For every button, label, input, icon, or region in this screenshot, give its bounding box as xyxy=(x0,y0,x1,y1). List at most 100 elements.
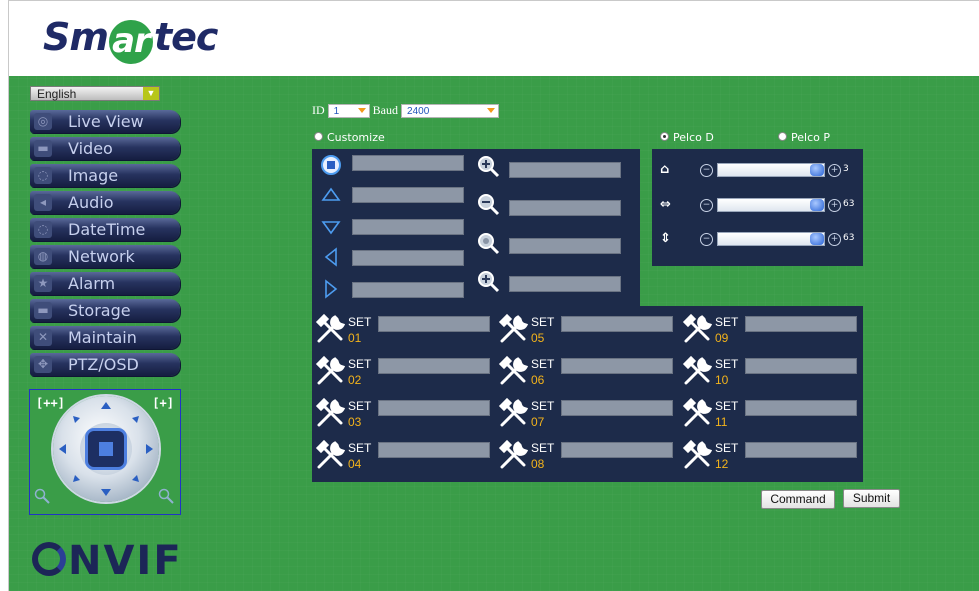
pelco-p-radio[interactable] xyxy=(778,132,787,141)
preset-name-field[interactable] xyxy=(378,442,490,458)
submit-button[interactable]: Submit xyxy=(843,489,900,508)
minus-icon[interactable]: − xyxy=(700,164,713,177)
stop-field[interactable] xyxy=(352,155,464,171)
slider-knob[interactable] xyxy=(810,164,824,176)
tools-icon[interactable] xyxy=(498,397,530,429)
preset-name-field[interactable] xyxy=(561,400,673,416)
tools-icon[interactable] xyxy=(682,355,714,387)
pelco-d-radio[interactable] xyxy=(660,132,669,141)
arrow-right-icon[interactable] xyxy=(323,279,339,299)
sidebar-item-ptz-osd[interactable]: ✥ PTZ/OSD xyxy=(30,353,180,376)
preset-01: SET 01 xyxy=(315,311,495,349)
tools-icon[interactable] xyxy=(682,397,714,429)
sidebar-item-label: PTZ/OSD xyxy=(68,355,139,374)
arrow-left-icon[interactable] xyxy=(323,247,339,267)
sidebar-item-datetime[interactable]: ◌ DateTime xyxy=(30,218,180,241)
zoom-in-icon[interactable] xyxy=(476,154,502,178)
chevron-down-icon: ▼ xyxy=(143,87,159,100)
sidebar-item-label: Audio xyxy=(68,193,114,212)
sidebar-item-maintain[interactable]: ✕ Maintain xyxy=(30,326,180,349)
tools-icon[interactable] xyxy=(498,439,530,471)
preset-number: 03 xyxy=(348,415,362,429)
focus-far-icon[interactable] xyxy=(476,269,502,293)
preset-name-field[interactable] xyxy=(561,358,673,374)
stop-icon[interactable] xyxy=(321,155,341,175)
ptz-direction-ring[interactable] xyxy=(53,396,159,502)
preset-name-field[interactable] xyxy=(745,358,857,374)
sidebar-item-video[interactable]: ▬ Video xyxy=(30,137,180,160)
minus-icon[interactable]: − xyxy=(700,233,713,246)
tools-icon[interactable] xyxy=(315,355,347,387)
plus-icon[interactable]: + xyxy=(828,233,841,246)
pan-speed-slider[interactable] xyxy=(717,198,825,212)
arrow-down-icon[interactable] xyxy=(321,219,341,235)
preset-name-field[interactable] xyxy=(378,400,490,416)
slider-knob[interactable] xyxy=(810,199,824,211)
ptz-stop-button[interactable] xyxy=(88,431,124,467)
pelco-p-option[interactable]: Pelco P xyxy=(778,131,830,144)
preset-name-field[interactable] xyxy=(378,358,490,374)
preset-set-label: SET xyxy=(531,357,555,371)
language-select[interactable]: English ▼ xyxy=(30,86,160,101)
zoom-out-icon[interactable] xyxy=(476,192,502,216)
tilt-speed-slider[interactable] xyxy=(717,232,825,246)
preset-name-field[interactable] xyxy=(561,316,673,332)
down-field[interactable] xyxy=(352,219,464,235)
id-select[interactable]: 1 xyxy=(327,104,370,119)
preset-name-field[interactable] xyxy=(745,316,857,332)
sidebar-item-label: Network xyxy=(68,247,135,266)
preset-set-label: SET xyxy=(348,441,372,455)
pan-speed-slider-row: ⇔ − +63 xyxy=(660,197,860,213)
ptz-inner-ring xyxy=(80,423,132,475)
tools-icon[interactable] xyxy=(498,355,530,387)
preset-12: SET 12 xyxy=(682,437,862,475)
slider-knob[interactable] xyxy=(810,233,824,245)
home-slider[interactable] xyxy=(717,163,825,177)
zoom-out-field[interactable] xyxy=(509,200,621,216)
up-field[interactable] xyxy=(352,187,464,203)
right-field[interactable] xyxy=(352,282,464,298)
sidebar-item-network[interactable]: ◍ Network xyxy=(30,245,180,268)
sidebar-item-audio[interactable]: ◂ Audio xyxy=(30,191,180,214)
preset-name-field[interactable] xyxy=(378,316,490,332)
sidebar-item-storage[interactable]: ▬ Storage xyxy=(30,299,180,322)
pan-speed-value: 63 xyxy=(843,199,855,209)
zoom-in-field[interactable] xyxy=(509,162,621,178)
baud-select[interactable]: 2400 xyxy=(401,104,500,119)
customize-option[interactable]: Customize xyxy=(314,131,385,144)
onvif-logo: NVIF xyxy=(32,538,183,584)
focus-near-icon[interactable] xyxy=(476,231,502,255)
tools-icon[interactable] xyxy=(315,397,347,429)
smartec-logo: Sm ar tec xyxy=(43,15,218,64)
zoom-in-icon[interactable] xyxy=(158,488,176,506)
focus-far-field[interactable] xyxy=(509,276,621,292)
preset-set-label: SET xyxy=(531,441,555,455)
preset-name-field[interactable] xyxy=(561,442,673,458)
tools-icon[interactable] xyxy=(682,439,714,471)
sidebar-item-live-view[interactable]: ◎ Live View xyxy=(30,110,180,133)
sidebar-item-alarm[interactable]: ★ Alarm xyxy=(30,272,180,295)
preset-name-field[interactable] xyxy=(745,442,857,458)
customize-radio[interactable] xyxy=(314,132,323,141)
arrow-up-icon[interactable] xyxy=(321,187,341,203)
focus-near-field[interactable] xyxy=(509,238,621,254)
zoom-out-icon[interactable] xyxy=(34,488,52,506)
tools-icon[interactable] xyxy=(315,439,347,471)
pelco-d-option[interactable]: Pelco D xyxy=(660,131,714,144)
preset-panel: SET 01 SET 02 SET 03 SET 04 SET 05 SET 06 SET 07 SET 08… xyxy=(312,306,863,482)
sidebar-item-image[interactable]: ◌ Image xyxy=(30,164,180,187)
minus-icon[interactable]: − xyxy=(700,199,713,212)
command-button[interactable]: Command xyxy=(761,490,835,509)
tools-icon[interactable] xyxy=(682,313,714,345)
ptz-joystick-panel: [++] [+] xyxy=(29,389,181,515)
left-field[interactable] xyxy=(352,250,464,266)
plus-icon[interactable]: + xyxy=(828,164,841,177)
tools-icon[interactable] xyxy=(498,313,530,345)
plus-icon[interactable]: + xyxy=(828,199,841,212)
sidebar-item-label: Video xyxy=(68,139,113,158)
sidebar-menu: ◎ Live View ▬ Video ◌ Image ◂ Audio ◌ DateTime ◍ Ne… xyxy=(30,110,180,380)
tools-icon[interactable] xyxy=(315,313,347,345)
preset-name-field[interactable] xyxy=(745,400,857,416)
speaker-icon: ◂ xyxy=(34,194,52,211)
sidebar-item-label: Alarm xyxy=(68,274,116,293)
